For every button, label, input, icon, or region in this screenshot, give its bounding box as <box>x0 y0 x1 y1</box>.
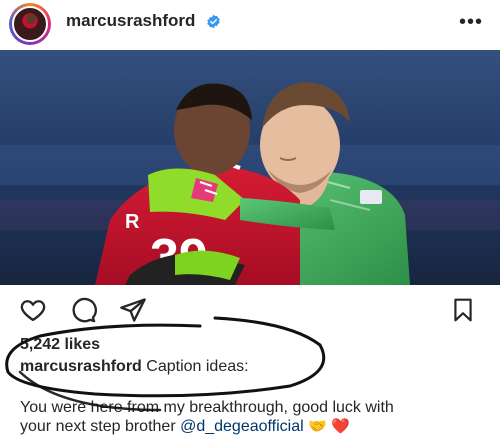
post-header: marcusrashford ••• <box>0 0 500 46</box>
post-photo[interactable]: 39 R <box>0 50 500 285</box>
photo-illustration: 39 R <box>0 50 500 285</box>
action-bar <box>0 292 500 328</box>
handshake-emoji: 🤝 <box>308 418 327 435</box>
caption: marcusrashford Caption ideas: <box>20 358 249 376</box>
avatar[interactable] <box>9 3 51 45</box>
verified-icon <box>207 14 220 29</box>
comment-icon[interactable] <box>68 296 98 324</box>
avatar-image <box>12 6 48 42</box>
mention-link[interactable]: @d_degeaofficial <box>180 418 304 435</box>
share-icon[interactable] <box>118 296 148 324</box>
caption-username[interactable]: marcusrashford <box>20 358 142 375</box>
caption-line-1: You were here from my breakthrough, good… <box>20 399 394 416</box>
caption-body: You were here from my breakthrough, good… <box>20 398 490 436</box>
heart-emoji: ❤️ <box>331 418 350 435</box>
heart-icon[interactable] <box>18 296 48 324</box>
jersey-letter: R <box>125 211 140 233</box>
caption-text: Caption ideas: <box>146 358 249 375</box>
more-icon[interactable]: ••• <box>459 12 483 32</box>
bookmark-icon[interactable] <box>450 296 476 324</box>
likes-count[interactable]: 5,242 likes <box>20 336 100 354</box>
post-username[interactable]: marcusrashford <box>66 11 195 31</box>
caption-line-2-text: your next step brother <box>20 418 181 435</box>
caption-line-2: your next step brother @d_degeaofficial … <box>20 417 490 436</box>
